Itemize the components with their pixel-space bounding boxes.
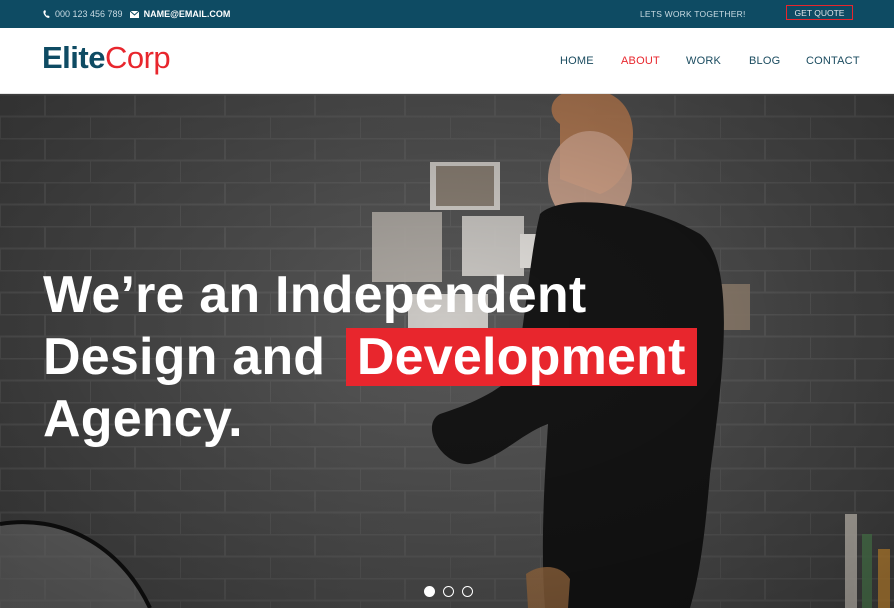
nav-item-about[interactable]: ABOUT [621,55,660,67]
hero-highlight: Development [345,328,697,386]
phone-number: 000 123 456 789 [55,9,123,19]
hero-line-2-prefix: Design and [43,328,326,386]
hero-line-1: We’re an Independent [43,266,587,324]
slider-dot-2[interactable] [443,586,454,597]
slider-dot-3[interactable] [462,586,473,597]
nav-item-work[interactable]: WORK [686,55,721,67]
slider-pagination [424,586,473,597]
top-bar: 000 123 456 789 NAME@EMAIL.COM LETS WORK… [0,0,894,28]
site-header: EliteCorp HOME ABOUT WORK BLOG CONTACT [0,28,894,94]
hero-line-3: Agency. [43,390,243,448]
contact-info: 000 123 456 789 NAME@EMAIL.COM [43,0,230,28]
nav-item-contact[interactable]: CONTACT [806,55,860,67]
hero-headline: We’re an Independent Design and Developm… [43,264,697,450]
get-quote-button[interactable]: GET QUOTE [786,5,853,20]
nav-item-blog[interactable]: BLOG [749,55,780,67]
slider-dot-1[interactable] [424,586,435,597]
tagline: LETS WORK TOGETHER! [640,9,746,19]
envelope-icon [129,10,139,18]
phone-contact[interactable]: 000 123 456 789 [43,9,123,19]
email-address: NAME@EMAIL.COM [143,9,231,19]
hero-slider: We’re an Independent Design and Developm… [0,94,894,608]
phone-icon [43,9,50,18]
main-nav: HOME ABOUT WORK BLOG CONTACT [0,28,894,94]
email-contact[interactable]: NAME@EMAIL.COM [129,9,231,19]
hero-line-2: Design and Development [43,326,697,388]
nav-item-home[interactable]: HOME [560,55,594,67]
